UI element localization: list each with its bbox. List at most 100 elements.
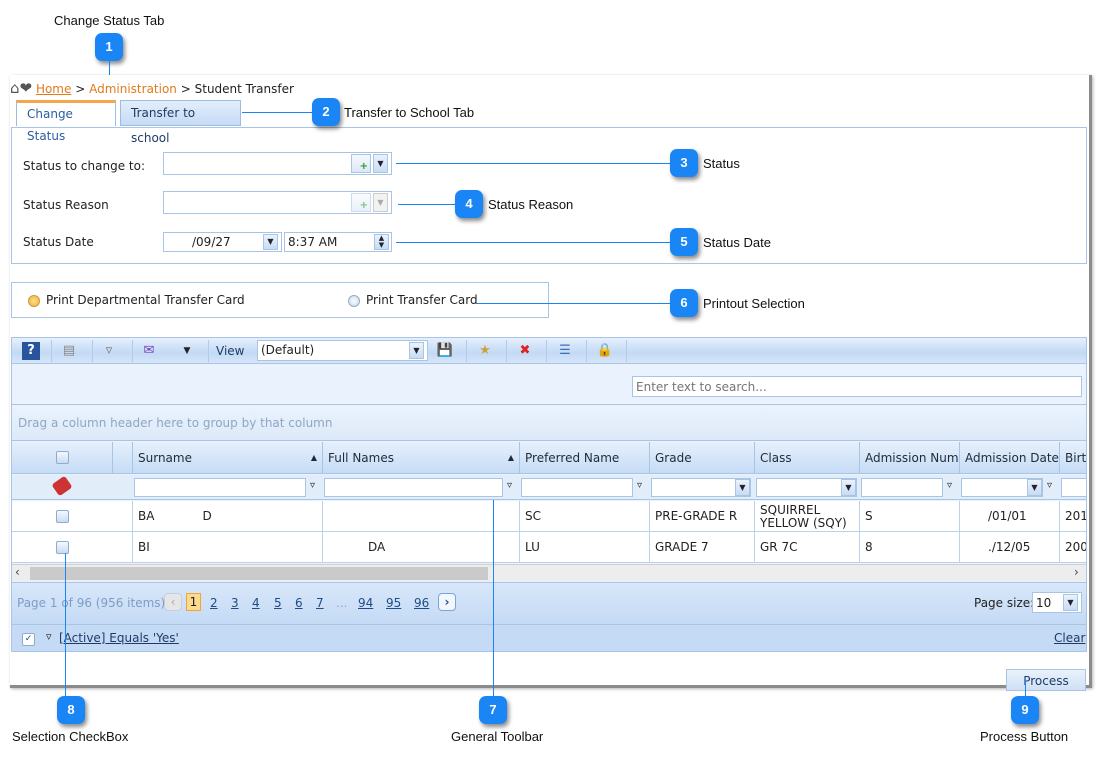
cell-admission-date: ​/01/01 xyxy=(960,501,1060,532)
add-favorite-icon[interactable]: ❤ xyxy=(20,79,33,97)
page-3[interactable]: 3 xyxy=(231,596,239,610)
filter-input-admission-number[interactable] xyxy=(861,478,943,497)
table-row[interactable]: BI DA LU GRADE 7 GR 7C 8 ./12/05 200 xyxy=(12,532,1086,563)
column-header-surname[interactable]: Surname ▲ xyxy=(133,442,323,474)
prev-page-button[interactable]: ‹ xyxy=(164,593,182,611)
scroll-right-icon[interactable]: › xyxy=(1074,565,1079,579)
column-header-class[interactable]: Class xyxy=(755,442,860,474)
tab-transfer-to-school[interactable]: Transfer to school xyxy=(120,100,241,145)
view-select[interactable]: (Default) ▼ xyxy=(257,340,428,361)
chevron-down-icon[interactable]: ▼ xyxy=(841,479,856,496)
filter-options-icon[interactable]: ▿ xyxy=(310,480,315,491)
select-all-checkbox[interactable] xyxy=(56,451,69,464)
filter-input-birth[interactable] xyxy=(1061,478,1086,497)
callout-label-status-date: Status Date xyxy=(703,235,771,250)
filter-input-preferred-name[interactable] xyxy=(521,478,633,497)
delete-layout-icon[interactable]: ✖ xyxy=(516,342,534,360)
callout-label-selection-checkbox: Selection CheckBox xyxy=(12,729,129,744)
filter-select-grade[interactable]: ▼ xyxy=(651,478,751,497)
filter-options-icon[interactable]: ▿ xyxy=(1047,480,1052,491)
filter-icon: ▿ xyxy=(46,630,52,643)
cell-grade: PRE-GRADE R xyxy=(650,501,755,532)
chevron-down-icon[interactable]: ▼ xyxy=(373,154,388,173)
radio-transfer-card-label[interactable]: Print Transfer Card xyxy=(366,293,478,307)
page-size-select[interactable]: 10 ▼ xyxy=(1032,592,1082,613)
column-header-admission-date[interactable]: Admission Date xyxy=(960,442,1060,474)
column-header-preferred-name[interactable]: Preferred Name xyxy=(520,442,650,474)
printout-selection: Print Departmental Transfer Card Print T… xyxy=(11,282,549,318)
radio-departmental-card-label[interactable]: Print Departmental Transfer Card xyxy=(46,293,245,307)
horizontal-scrollbar[interactable]: ‹ › xyxy=(12,564,1086,581)
clear-filter-eraser-icon[interactable] xyxy=(51,475,73,497)
table-row[interactable]: BA D SC PRE-GRADE R SQUIRREL YELLOW (SQY) … xyxy=(12,501,1086,532)
status-time-input[interactable]: 8:37 AM ▲ ▼ xyxy=(284,232,392,252)
page-5[interactable]: 5 xyxy=(274,596,282,610)
group-panel-icon[interactable]: ▤ xyxy=(60,342,78,360)
scrollbar-thumb[interactable] xyxy=(30,567,488,580)
filter-options-icon[interactable]: ▿ xyxy=(637,480,642,491)
change-status-panel: Status to change to: + ▼ Status Reason +… xyxy=(11,127,1087,264)
calendar-dropdown-icon[interactable]: ▼ xyxy=(263,234,278,250)
filter-enabled-checkbox[interactable]: ✓ xyxy=(22,633,35,646)
status-reason-combo[interactable]: + ▼ xyxy=(163,191,392,214)
pager: Page 1 of 96 (956 items) ‹ 1 2 3 4 5 6 7… xyxy=(12,582,1086,624)
tab-change-status[interactable]: Change Status xyxy=(16,100,116,143)
export-icon[interactable]: ✉ xyxy=(140,342,158,360)
add-new-icon: + xyxy=(351,193,371,212)
clear-filter-link[interactable]: Clear xyxy=(1054,631,1085,645)
page-94[interactable]: 94 xyxy=(358,596,373,610)
filter-expression-link[interactable]: [Active] Equals 'Yes' xyxy=(59,631,179,645)
filter-input-full-names[interactable] xyxy=(324,478,503,497)
filter-input-surname[interactable] xyxy=(134,478,306,497)
chevron-down-icon[interactable]: ▼ xyxy=(409,342,424,359)
cell-birth: 200 xyxy=(1060,532,1086,563)
page-6[interactable]: 6 xyxy=(295,596,303,610)
time-spinner-icon[interactable]: ▲ ▼ xyxy=(374,234,389,250)
page-4[interactable]: 4 xyxy=(252,596,260,610)
cell-admission-number: S xyxy=(860,501,960,532)
page-2[interactable]: 2 xyxy=(210,596,218,610)
filter-icon[interactable]: ▿ xyxy=(100,342,118,360)
dropdown-arrow-icon[interactable]: ▼ xyxy=(178,342,196,360)
page-95[interactable]: 95 xyxy=(386,596,401,610)
status-combo[interactable]: + ▼ xyxy=(163,152,392,175)
page-96[interactable]: 96 xyxy=(414,596,429,610)
filter-select-admission-date[interactable]: ▼ xyxy=(961,478,1043,497)
filter-select-class[interactable]: ▼ xyxy=(756,478,857,497)
next-page-button[interactable]: › xyxy=(438,593,456,611)
status-date-value: /09/27 xyxy=(192,235,231,249)
column-header-birth[interactable]: Birth xyxy=(1060,442,1086,474)
row-select-cell xyxy=(12,501,133,532)
column-header-admission-number[interactable]: Admission Numbe xyxy=(860,442,960,474)
page-1[interactable]: 1 xyxy=(186,593,201,611)
callout-line-9 xyxy=(1025,680,1026,696)
page-7[interactable]: 7 xyxy=(316,596,324,610)
breadcrumb-administration[interactable]: Administration xyxy=(89,82,177,96)
filter-options-icon[interactable]: ▿ xyxy=(947,480,952,491)
scroll-left-icon[interactable]: ‹ xyxy=(15,565,20,579)
search-input[interactable] xyxy=(632,376,1082,397)
column-chooser-icon[interactable]: ☰ xyxy=(556,342,574,360)
column-header-grade[interactable]: Grade xyxy=(650,442,755,474)
new-layout-icon[interactable]: ★ xyxy=(476,342,494,360)
group-panel[interactable]: Drag a column header here to group by th… xyxy=(12,406,1086,441)
home-icon[interactable]: ⌂ xyxy=(10,79,20,97)
cell-full-names xyxy=(323,501,520,532)
status-date-input[interactable]: /09/27 ▼ xyxy=(163,232,282,252)
save-layout-icon[interactable]: 💾 xyxy=(436,342,454,360)
breadcrumb-home-link[interactable]: Home xyxy=(36,82,71,96)
radio-departmental-card[interactable] xyxy=(28,295,40,307)
chevron-down-icon[interactable]: ▼ xyxy=(735,479,750,496)
process-button[interactable]: Process xyxy=(1006,669,1086,691)
help-icon[interactable]: ? xyxy=(22,342,40,360)
row-select-checkbox[interactable] xyxy=(56,541,69,554)
filter-options-icon[interactable]: ▿ xyxy=(507,480,512,491)
row-select-checkbox[interactable] xyxy=(56,510,69,523)
chevron-down-icon[interactable]: ▼ xyxy=(1063,594,1078,611)
add-new-icon[interactable]: + xyxy=(351,154,371,173)
column-header-full-names[interactable]: Full Names ▲ xyxy=(323,442,520,474)
radio-transfer-card[interactable] xyxy=(348,295,360,307)
toolbar-separator xyxy=(586,340,587,362)
lock-icon[interactable]: 🔒 xyxy=(596,342,614,360)
chevron-down-icon[interactable]: ▼ xyxy=(1027,479,1042,496)
